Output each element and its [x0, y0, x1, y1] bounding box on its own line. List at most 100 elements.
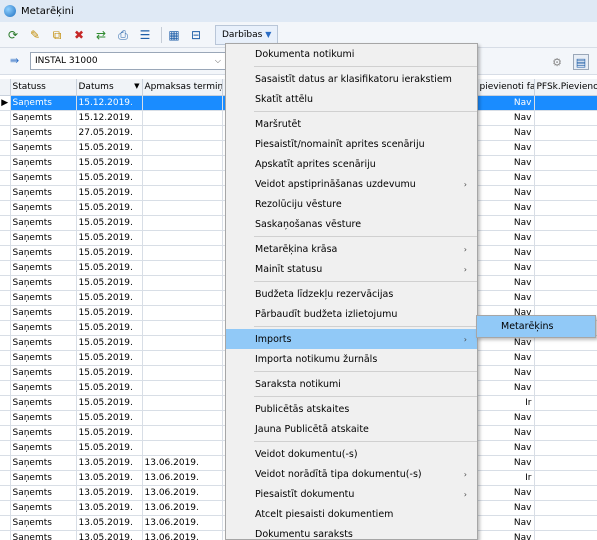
table-cell: [534, 185, 597, 201]
table-cell: [142, 290, 223, 306]
tree-icon[interactable]: ⊟: [187, 26, 205, 44]
table-cell: Nav: [477, 425, 535, 441]
menu-item[interactable]: Importa notikumu žurnāls: [226, 349, 477, 369]
table-cell: 15.12.2019.: [76, 110, 143, 126]
row-indicator: [0, 485, 11, 501]
table-cell: 13.06.2019.: [142, 530, 223, 540]
refresh-icon[interactable]: ⟳: [4, 26, 22, 44]
delete-icon[interactable]: ✖: [70, 26, 88, 44]
submenu-item-metarekins[interactable]: Metarēķins: [477, 316, 595, 337]
table-cell: 13.06.2019.: [142, 500, 223, 516]
menu-item[interactable]: Mainīt statusu ›: [226, 259, 477, 279]
menu-item[interactable]: Veidot norādītā tipa dokumentu(-s) ›: [226, 464, 477, 484]
table-cell: [142, 200, 223, 216]
gear-icon[interactable]: ⚙: [549, 54, 565, 70]
menu-item[interactable]: Pārbaudīt budžeta izlietojumu: [226, 304, 477, 324]
columns-icon[interactable]: ☰: [136, 26, 154, 44]
row-indicator: [0, 155, 11, 171]
table-cell: [534, 290, 597, 306]
table-cell: [534, 170, 597, 186]
row-indicator: [0, 365, 11, 381]
column-header[interactable]: pievienoti faili: [477, 79, 535, 96]
menu-item[interactable]: Metarēķina krāsa ›: [226, 239, 477, 259]
menu-item[interactable]: Piesaistīt/nomainīt aprites scenāriju: [226, 134, 477, 154]
report-icon[interactable]: ▤: [573, 54, 589, 70]
row-indicator: [0, 410, 11, 426]
table-cell: 27.05.2019.: [76, 125, 143, 141]
menu-item[interactable]: Veidot dokumentu(-s): [226, 444, 477, 464]
table-cell: [534, 410, 597, 426]
actions-label: Darbības: [222, 29, 263, 40]
edit-icon[interactable]: ✎: [26, 26, 44, 44]
table-cell: [142, 275, 223, 291]
row-indicator: [0, 110, 11, 126]
table-cell: 15.05.2019.: [76, 185, 143, 201]
table-cell: [534, 200, 597, 216]
table-cell: [534, 230, 597, 246]
table-cell: Nav: [477, 200, 535, 216]
menu-item[interactable]: Rezolūciju vēsture: [226, 194, 477, 214]
print-icon[interactable]: ⎙: [114, 26, 132, 44]
menu-item-label: Piesaistīt dokumentu: [255, 488, 355, 500]
menu-item-label: Sasaistīt datus ar klasifikatoru ierakst…: [255, 73, 452, 85]
menu-item[interactable]: Budžeta līdzekļu rezervācijas: [226, 284, 477, 304]
chevron-right-icon: ›: [463, 334, 467, 344]
menu-item[interactable]: Saraksta notikumi: [226, 374, 477, 394]
menu-item[interactable]: Skatīt attēlu: [226, 89, 477, 109]
menu-item-label: Saskaņošanas vēsture: [255, 218, 362, 230]
table-cell: [142, 410, 223, 426]
table-cell: [534, 470, 597, 486]
table-cell: 15.05.2019.: [76, 170, 143, 186]
table-cell: [534, 365, 597, 381]
toolbar-separator: [161, 26, 162, 43]
menu-item[interactable]: Maršrutēt: [226, 114, 477, 134]
menu-item[interactable]: Atcelt piesaisti dokumentiem: [226, 504, 477, 524]
table-cell: 15.05.2019.: [76, 335, 143, 351]
menu-separator: [254, 326, 477, 327]
row-indicator: [0, 245, 11, 261]
table-cell: Saņemts: [10, 485, 77, 501]
actions-button[interactable]: Darbības ▼: [215, 24, 279, 45]
table-cell: [142, 125, 223, 141]
grid-icon[interactable]: ▦: [165, 26, 183, 44]
menu-item[interactable]: Jauna Publicētā atskaite: [226, 419, 477, 439]
table-cell: [534, 515, 597, 531]
table-cell: Saņemts: [10, 425, 77, 441]
row-indicator-header: [0, 79, 11, 96]
column-header[interactable]: Statuss: [10, 79, 77, 96]
table-cell: Saņemts: [10, 230, 77, 246]
column-header[interactable]: PFSk.Pievieno: [534, 79, 597, 96]
menu-item[interactable]: Apskatīt aprites scenāriju: [226, 154, 477, 174]
column-header[interactable]: Datums ▼: [76, 79, 143, 96]
row-indicator: [0, 320, 11, 336]
table-cell: [534, 155, 597, 171]
menu-item[interactable]: Publicētās atskaites: [226, 399, 477, 419]
table-cell: [142, 395, 223, 411]
menu-item[interactable]: Sasaistīt datus ar klasifikatoru ierakst…: [226, 69, 477, 89]
menu-item[interactable]: Dokumenta notikumi: [226, 44, 477, 64]
table-cell: 15.05.2019.: [76, 305, 143, 321]
row-indicator: [0, 470, 11, 486]
table-cell: Saņemts: [10, 515, 77, 531]
menu-item-label: Piesaistīt/nomainīt aprites scenāriju: [255, 138, 425, 150]
table-cell: 13.05.2019.: [76, 455, 143, 471]
menu-item[interactable]: Imports ›: [226, 329, 477, 349]
row-indicator: [0, 170, 11, 186]
menu-item[interactable]: Piesaistīt dokumentu ›: [226, 484, 477, 504]
table-cell: Nav: [477, 245, 535, 261]
menu-separator: [254, 441, 477, 442]
filter-select[interactable]: INSTAL 31000 ⌵: [30, 52, 226, 70]
menu-item[interactable]: Dokumentu saraksts: [226, 524, 477, 540]
table-cell: Nav: [477, 275, 535, 291]
menu-item[interactable]: Saskaņošanas vēsture: [226, 214, 477, 234]
column-header[interactable]: Apmaksas termiņš: [142, 79, 223, 96]
sync-icon[interactable]: ⇄: [92, 26, 110, 44]
table-cell: Nav: [477, 215, 535, 231]
menu-item-label: Jauna Publicētā atskaite: [255, 423, 369, 435]
menu-item[interactable]: Veidot apstiprināšanas uzdevumu ›: [226, 174, 477, 194]
menu-separator: [254, 111, 477, 112]
table-cell: [534, 500, 597, 516]
copy-icon[interactable]: ⧉: [48, 26, 66, 44]
row-indicator: ▶: [0, 95, 11, 111]
table-cell: [534, 110, 597, 126]
